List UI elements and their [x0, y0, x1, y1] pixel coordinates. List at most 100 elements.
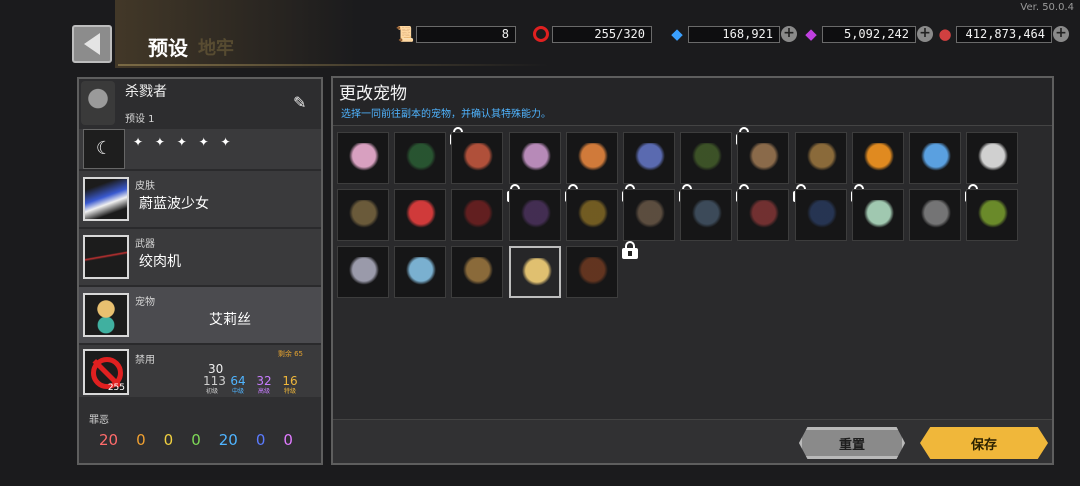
material-icon: ● — [938, 25, 952, 43]
resource-materials: ● 412,873,464 + — [934, 24, 1069, 44]
back-arrow-icon — [84, 33, 100, 55]
pet-slot[interactable] — [737, 132, 789, 184]
sin-block: 罪恶 20 0 0 0 20 0 0 — [79, 397, 321, 463]
pet-panel-subtitle: 选择一同前往副本的宠物，并确认其特殊能力。 — [341, 109, 551, 120]
ban-icon: 255 — [83, 349, 129, 395]
weapon-row[interactable]: 武器 绞肉机 — [79, 229, 321, 287]
preset-label: 预设 1 — [125, 114, 155, 125]
back-button[interactable] — [72, 25, 112, 63]
ghost-pet-icon — [634, 143, 666, 175]
pet-slot[interactable] — [337, 132, 389, 184]
pet-slot[interactable] — [394, 189, 446, 241]
add-gems-button[interactable]: + — [781, 26, 797, 42]
hero-avatar — [81, 81, 115, 125]
weapon-thumbnail — [83, 235, 129, 279]
tier-label: 中级 — [231, 388, 244, 395]
tier-value: 32 — [256, 374, 272, 388]
skill-row[interactable]: ☾ ✦ ✦ ✦ ✦ ✦ — [79, 129, 321, 171]
pet-category: 宠物 — [135, 297, 155, 308]
pet-slot[interactable] — [623, 184, 695, 241]
title-underline — [118, 64, 548, 66]
pet-slot[interactable] — [451, 184, 523, 241]
screen: Ver. 50.0.4 预设 地牢 📜 8 255/320 ◆ 168,921 … — [0, 0, 1080, 486]
hero-header[interactable]: 杀戮者 预设 1 ✎ — [79, 79, 321, 129]
weapon-category: 武器 — [135, 239, 155, 250]
pet-slot[interactable] — [566, 184, 638, 241]
pet-slot[interactable] — [966, 189, 1018, 241]
lock-icon — [621, 241, 639, 259]
golem-pet-icon — [748, 143, 780, 175]
pet-slot[interactable] — [966, 132, 1018, 184]
pet-panel-header: 更改宠物 选择一同前往副本的宠物，并确认其特殊能力。 — [333, 78, 1052, 126]
skin-row[interactable]: 皮肤 蔚蓝波少女 — [79, 171, 321, 229]
pet-slot[interactable] — [909, 132, 961, 184]
pet-slot[interactable] — [394, 246, 446, 298]
resource-ban: 255/320 — [530, 24, 652, 44]
pet-slot[interactable] — [509, 246, 561, 298]
save-button[interactable]: 保存 — [920, 427, 1048, 459]
pet-slot[interactable] — [337, 246, 389, 298]
potion-pet-icon — [348, 143, 380, 175]
scroll-icon: 📜 — [395, 25, 415, 43]
witch-pet-icon — [348, 257, 380, 289]
pet-slot[interactable] — [509, 132, 561, 184]
pet-value: 艾莉丝 — [209, 312, 251, 328]
skill-stars-icon: ✦ ✦ ✦ ✦ ✦ — [133, 135, 235, 149]
pet-select-panel: 更改宠物 选择一同前往副本的宠物，并确认其特殊能力。 重置 保存 — [331, 76, 1054, 465]
hero-name: 杀戮者 — [125, 84, 167, 100]
resource-gems: ◆ 168,921 + — [666, 24, 797, 44]
pet-slot[interactable] — [394, 127, 466, 184]
pet-slot[interactable] — [737, 184, 809, 241]
resource-scroll: 📜 8 — [394, 24, 516, 44]
tier-label: 高级 — [257, 388, 270, 395]
dragon-pet-icon — [806, 200, 838, 232]
skin-value: 蔚蓝波少女 — [139, 196, 209, 212]
edit-icon[interactable]: ✎ — [293, 93, 313, 113]
ban-tiers: 113 初级 64 中级 32 高级 16 特级 — [203, 375, 299, 396]
sin-value: 0 — [191, 431, 201, 449]
log-pet-icon — [348, 200, 380, 232]
squid-pet-icon — [520, 143, 552, 175]
tier-value: 113 — [203, 374, 226, 388]
pet-slot[interactable] — [566, 241, 638, 298]
squirrel-pet-icon — [748, 200, 780, 232]
crystal-icon: ◆ — [805, 25, 817, 43]
skin-category: 皮肤 — [135, 181, 155, 192]
pet-slot[interactable] — [566, 132, 618, 184]
loadout-panel: 杀戮者 预设 1 ✎ ☾ ✦ ✦ ✦ ✦ ✦ 皮肤 蔚蓝波少女 武器 绞肉机 宠… — [77, 77, 323, 465]
resource-crystals: ◆ 5,092,242 + — [800, 24, 933, 44]
reset-button[interactable]: 重置 — [799, 427, 905, 459]
plant-pet-icon — [691, 143, 723, 175]
pet-slot[interactable] — [852, 132, 904, 184]
fox-pet-icon — [577, 143, 609, 175]
pet-slot[interactable] — [795, 132, 847, 184]
pumpkin-head-pet-icon — [977, 200, 1009, 232]
carrot-pet-icon — [577, 257, 609, 289]
snowman-pet-icon — [920, 200, 952, 232]
pet-slot[interactable] — [680, 184, 752, 241]
sun-pet-icon — [577, 200, 609, 232]
pet-slot[interactable] — [509, 184, 581, 241]
pet-slot[interactable] — [909, 184, 981, 241]
add-materials-button[interactable]: + — [1053, 26, 1069, 42]
mermaid-pet-icon — [521, 258, 553, 290]
resource-value: 8 — [416, 25, 516, 43]
pet-row[interactable]: 宠物 艾莉丝 — [79, 287, 321, 345]
ban-icon — [530, 24, 552, 44]
pet-slot[interactable] — [623, 132, 675, 184]
tier-high: 32 高级 — [255, 375, 273, 396]
resource-value: 5,092,242 — [822, 25, 916, 43]
pet-slot[interactable] — [680, 127, 752, 184]
pet-slot[interactable] — [795, 184, 867, 241]
pet-slot[interactable] — [451, 132, 503, 184]
pet-slot[interactable] — [852, 189, 904, 241]
egg-pet-icon — [863, 200, 895, 232]
sin-value: 0 — [255, 431, 266, 449]
pet-slot[interactable] — [451, 246, 503, 298]
pet-panel-title: 更改宠物 — [339, 84, 407, 104]
pet-slot[interactable] — [337, 189, 389, 241]
shark-pet-icon — [691, 200, 723, 232]
resource-value: 412,873,464 — [956, 25, 1052, 43]
tier-special: 16 特级 — [281, 375, 299, 396]
add-crystals-button[interactable]: + — [917, 26, 933, 42]
